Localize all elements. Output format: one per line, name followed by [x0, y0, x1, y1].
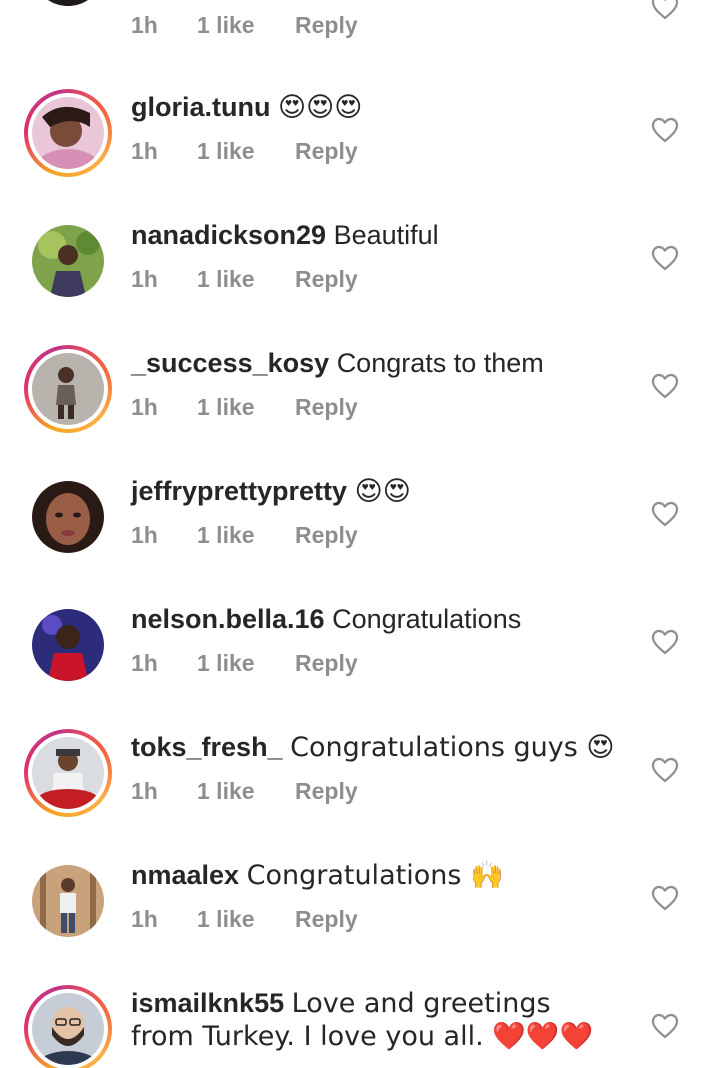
like-count-button[interactable]: 1 like: [197, 266, 295, 293]
comment-meta: 1h 1 like Reply: [131, 138, 358, 165]
like-count-button[interactable]: 1 like: [197, 394, 295, 421]
heart-outline-icon[interactable]: [651, 117, 679, 143]
comment-body: 😍😍😍: [278, 92, 363, 123]
avatar[interactable]: [24, 857, 112, 945]
comment-body: Congratulations: [332, 604, 522, 634]
avatar[interactable]: [24, 473, 112, 561]
avatar[interactable]: [24, 985, 112, 1068]
comment-body: Congratulations guys 😍: [290, 732, 615, 763]
comment-username[interactable]: nmaalex: [131, 860, 239, 890]
comment-body: Beautiful: [333, 220, 439, 250]
heart-outline-icon[interactable]: [651, 885, 679, 911]
comment-text: nanadickson29 Beautiful: [131, 219, 621, 252]
comment-item: nanadickson29 Beautiful 1h 1 like Reply: [0, 217, 720, 345]
comment-time: 1h: [131, 778, 158, 804]
comment-item: gloria.tunu 😍😍😍 1h 1 like Reply: [0, 89, 720, 217]
avatar[interactable]: [24, 0, 112, 14]
comment-item: jeffryprettypretty 😍😍 1h 1 like Reply: [0, 473, 720, 601]
comment-time: 1h: [131, 906, 158, 932]
comment-text: nelson.bella.16 Congratulations: [131, 603, 621, 636]
comment-body: 😍😍: [354, 476, 411, 507]
comment-time: 1h: [131, 522, 158, 548]
like-count-button[interactable]: 1 like: [197, 906, 295, 933]
like-count-button[interactable]: 1 like: [197, 650, 295, 677]
comment-time: 1h: [131, 12, 158, 38]
comment-body: Congratulations 🙌: [246, 860, 504, 891]
comment-text: ismailknk55 Love and greetings from Turk…: [131, 987, 621, 1053]
comment-item: ismailknk55 Love and greetings from Turk…: [0, 985, 720, 1068]
avatar[interactable]: [24, 729, 112, 817]
heart-outline-icon[interactable]: [651, 1013, 679, 1039]
like-count-button[interactable]: 1 like: [197, 522, 295, 549]
comment-text: gloria.tunu 😍😍😍: [131, 91, 621, 124]
comment-text: _success_kosy Congrats to them: [131, 347, 621, 380]
like-count-button[interactable]: 1 like: [197, 138, 295, 165]
comment-time: 1h: [131, 394, 158, 420]
comment-item: nelson.bella.16 Congratulations 1h 1 like…: [0, 601, 720, 729]
comment-meta: 1h 1 like Reply: [131, 650, 358, 677]
comment-username[interactable]: nanadickson29: [131, 220, 326, 250]
comment-meta: 1h 1 like Reply: [131, 394, 358, 421]
reply-button[interactable]: Reply: [295, 650, 358, 677]
comment-item: 1h 1 like Reply: [0, 0, 720, 54]
comment-username[interactable]: _success_kosy: [131, 348, 329, 378]
heart-outline-icon[interactable]: [651, 245, 679, 271]
reply-button[interactable]: Reply: [295, 522, 358, 549]
heart-outline-icon[interactable]: [651, 0, 679, 20]
like-count-button[interactable]: 1 like: [197, 778, 295, 805]
comment-text: jeffryprettypretty 😍😍: [131, 475, 621, 508]
comment-item: toks_fresh_ Congratulations guys 😍 1h 1 l…: [0, 729, 720, 857]
reply-button[interactable]: Reply: [295, 266, 358, 293]
reply-button[interactable]: Reply: [295, 906, 358, 933]
avatar[interactable]: [24, 601, 112, 689]
comment-item: _success_kosy Congrats to them 1h 1 like R…: [0, 345, 720, 473]
comment-username[interactable]: nelson.bella.16: [131, 604, 325, 634]
heart-outline-icon[interactable]: [651, 757, 679, 783]
comment-text: toks_fresh_ Congratulations guys 😍: [131, 731, 621, 764]
reply-button[interactable]: Reply: [295, 12, 358, 39]
comment-username[interactable]: ismailknk55: [131, 988, 284, 1018]
reply-button[interactable]: Reply: [295, 394, 358, 421]
comment-meta: 1h 1 like Reply: [131, 522, 358, 549]
comment-text: nmaalex Congratulations 🙌: [131, 859, 621, 892]
comment-time: 1h: [131, 650, 158, 676]
comment-meta: 1h 1 like Reply: [131, 266, 358, 293]
heart-outline-icon[interactable]: [651, 373, 679, 399]
comment-meta: 1h 1 like Reply: [131, 778, 358, 805]
reply-button[interactable]: Reply: [295, 138, 358, 165]
comment-username[interactable]: jeffryprettypretty: [131, 476, 347, 506]
avatar[interactable]: [24, 89, 112, 177]
comment-body: Congrats to them: [336, 348, 544, 378]
comment-meta: 1h 1 like Reply: [131, 906, 358, 933]
comments-list: 1h 1 like Reply gloria.tunu 😍😍😍 1h 1 like Re…: [0, 0, 720, 1068]
comment-username[interactable]: gloria.tunu: [131, 92, 270, 122]
avatar[interactable]: [24, 345, 112, 433]
heart-outline-icon[interactable]: [651, 501, 679, 527]
comment-item: nmaalex Congratulations 🙌 1h 1 like Reply: [0, 857, 720, 985]
heart-outline-icon[interactable]: [651, 629, 679, 655]
comment-username[interactable]: toks_fresh_: [131, 732, 283, 762]
reply-button[interactable]: Reply: [295, 778, 358, 805]
avatar[interactable]: [24, 217, 112, 305]
comment-time: 1h: [131, 266, 158, 292]
like-count-button[interactable]: 1 like: [197, 12, 295, 39]
comment-time: 1h: [131, 138, 158, 164]
comment-meta: 1h 1 like Reply: [131, 12, 358, 39]
